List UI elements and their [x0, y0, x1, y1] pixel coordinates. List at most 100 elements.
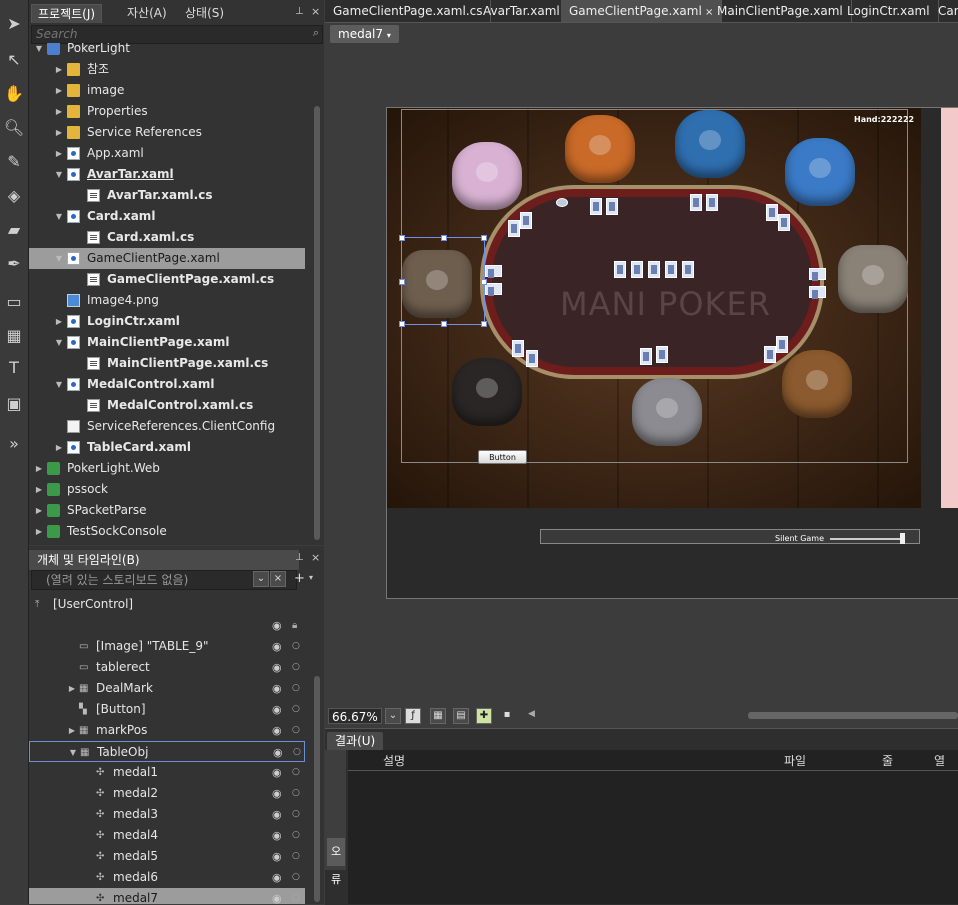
snap-to-grid-icon[interactable]: ▤: [453, 708, 469, 724]
project-tree-item[interactable]: MedalControl.xaml.cs: [29, 395, 305, 416]
tab-project[interactable]: 프로젝트(J): [31, 4, 103, 23]
expand-arrow-icon[interactable]: ▼: [54, 332, 64, 353]
project-tree-item[interactable]: ▼ MedalControl.xaml: [29, 374, 305, 395]
project-tree-item[interactable]: ▼ MainClientPage.xaml: [29, 332, 305, 353]
object-tree-item[interactable]: ✣ medal5 ◉ ○: [29, 846, 305, 867]
project-search-input[interactable]: [32, 26, 300, 42]
lock-toggle-icon[interactable]: ○: [292, 678, 300, 699]
project-tree-item[interactable]: ▶ 참조: [29, 59, 305, 80]
avatar-blue-hat-2[interactable]: [785, 138, 855, 206]
document-tab[interactable]: MainClientPage.xaml: [709, 0, 852, 22]
volume-slider-track[interactable]: [830, 538, 904, 540]
storyboard-dropdown-icon[interactable]: ⌄: [253, 571, 269, 587]
tab-state[interactable]: 상태(S): [179, 4, 230, 22]
pin-icon[interactable]: ⊥: [295, 6, 304, 17]
collapse-arrow-icon[interactable]: ▶: [67, 678, 77, 699]
visibility-eye-icon[interactable]: ◉: [272, 804, 286, 825]
column-header-description[interactable]: 설명: [383, 752, 405, 769]
visibility-eye-icon[interactable]: ◉: [272, 657, 286, 678]
expand-arrow-icon[interactable]: ▼: [54, 164, 64, 185]
avatar-pink-hat[interactable]: [452, 142, 522, 210]
document-tab[interactable]: LoginCtr.xaml: [839, 0, 939, 22]
object-tree-item[interactable]: ▶ ▦ markPos ◉ ○: [29, 720, 305, 741]
visibility-all-icon[interactable]: ◉: [272, 615, 286, 636]
visibility-eye-icon[interactable]: ◉: [272, 846, 286, 867]
collapse-arrow-icon[interactable]: ▶: [34, 458, 44, 479]
lock-toggle-icon[interactable]: ○: [292, 867, 300, 888]
lock-toggle-icon[interactable]: ○: [292, 825, 300, 846]
volume-slider-thumb[interactable]: [900, 533, 905, 544]
project-tree-item[interactable]: ▶ App.xaml: [29, 143, 305, 164]
collapse-arrow-icon[interactable]: ▶: [54, 101, 64, 122]
visibility-eye-icon[interactable]: ◉: [272, 720, 286, 741]
direct-select-tool-icon[interactable]: ↖: [2, 46, 26, 72]
rectangle-tool-icon[interactable]: ▭: [2, 288, 26, 314]
avatar-leather-hat[interactable]: [782, 350, 852, 418]
expand-arrow-icon[interactable]: ▼: [54, 248, 64, 269]
collapse-arrow-icon[interactable]: ▶: [67, 720, 77, 741]
text-tool-icon[interactable]: T: [2, 354, 26, 380]
objects-timeline-title[interactable]: 개체 및 타임라인(B): [29, 550, 299, 570]
add-storyboard-icon[interactable]: +: [294, 571, 305, 586]
collapse-arrow-icon[interactable]: ▶: [54, 122, 64, 143]
project-tree-item[interactable]: ▶ PokerLight.Web: [29, 458, 305, 479]
project-tree-item[interactable]: Image4.png: [29, 290, 305, 311]
lock-toggle-icon[interactable]: ○: [292, 783, 300, 804]
resize-handle[interactable]: [399, 279, 405, 285]
asset-expand-icon[interactable]: »: [2, 430, 26, 456]
close-storyboard-icon[interactable]: ×: [270, 571, 286, 587]
eyedropper-tool-icon[interactable]: ✎: [2, 148, 26, 174]
object-tree-item[interactable]: ✣ medal7 ◉ ○: [29, 888, 305, 904]
scroll-left-icon[interactable]: ◀: [528, 709, 535, 719]
annotations-icon[interactable]: ▪: [499, 708, 515, 724]
expand-arrow-icon[interactable]: ▼: [54, 374, 64, 395]
expand-arrow-icon[interactable]: ▼: [54, 206, 64, 227]
document-tab[interactable]: GameClientPage.xaml.cs: [325, 0, 492, 22]
collapse-arrow-icon[interactable]: ▶: [54, 437, 64, 458]
scope-up-icon[interactable]: ⤒: [35, 594, 39, 615]
document-tab[interactable]: Car: [930, 0, 958, 22]
project-tree-item[interactable]: ▼ GameClientPage.xaml: [29, 248, 305, 269]
project-tree-item[interactable]: ServiceReferences.ClientConfig: [29, 416, 305, 437]
project-tree-item[interactable]: ▶ Service References: [29, 122, 305, 143]
object-tree-item[interactable]: ✣ medal6 ◉ ○: [29, 867, 305, 888]
project-tree-item[interactable]: GameClientPage.xaml.cs: [29, 269, 305, 290]
resize-handle[interactable]: [481, 279, 487, 285]
lock-toggle-icon[interactable]: ○: [292, 762, 300, 783]
tab-results[interactable]: 결과(U): [327, 732, 384, 750]
collapse-arrow-icon[interactable]: ▶: [34, 521, 44, 542]
control-tool-icon[interactable]: ▣: [2, 390, 26, 416]
project-tree-item[interactable]: ▶ TestSockConsole: [29, 521, 305, 542]
project-tree-item[interactable]: MainClientPage.xaml.cs: [29, 353, 305, 374]
visibility-eye-icon[interactable]: ◉: [272, 678, 286, 699]
collapse-arrow-icon[interactable]: ▶: [54, 59, 64, 80]
resize-handle[interactable]: [399, 235, 405, 241]
expand-arrow-icon[interactable]: ▼: [68, 742, 78, 763]
visibility-eye-icon[interactable]: ◉: [272, 783, 286, 804]
column-header-column[interactable]: 열: [934, 752, 945, 769]
project-tree-item[interactable]: ▼ PokerLight: [29, 43, 305, 59]
resize-handle[interactable]: [441, 321, 447, 327]
zoom-dropdown-icon[interactable]: ⌄: [385, 708, 401, 724]
object-root[interactable]: ⤒ [UserControl]: [29, 594, 305, 615]
object-tree-item[interactable]: ✣ medal1 ◉ ○: [29, 762, 305, 783]
snap-to-snaplines-icon[interactable]: ✚: [476, 708, 492, 724]
object-tree-item[interactable]: ▶ ▦ DealMark ◉ ○: [29, 678, 305, 699]
collapse-arrow-icon[interactable]: ▶: [54, 143, 64, 164]
document-tab[interactable]: AvarTar.xaml: [475, 0, 569, 22]
visibility-eye-icon[interactable]: ◉: [272, 762, 286, 783]
brush-transform-tool-icon[interactable]: ▰: [2, 216, 26, 242]
project-tree-item[interactable]: ▶ Properties: [29, 101, 305, 122]
close-icon[interactable]: ×: [311, 5, 320, 18]
object-tree-item[interactable]: ▭ [Image] "TABLE_9" ◉ ○: [29, 636, 305, 657]
close-icon[interactable]: ×: [311, 551, 320, 564]
visibility-eye-icon[interactable]: ◉: [272, 867, 286, 888]
column-header-file[interactable]: 파일: [784, 752, 806, 769]
collapse-arrow-icon[interactable]: ▶: [34, 479, 44, 500]
avatar-black-hat[interactable]: [452, 358, 522, 426]
lock-toggle-icon[interactable]: ○: [292, 699, 300, 720]
object-tree-scrollbar[interactable]: [314, 676, 320, 902]
object-tree-item[interactable]: ▭ tablerect ◉ ○: [29, 657, 305, 678]
visibility-eye-icon[interactable]: ◉: [272, 825, 286, 846]
grid-layout-tool-icon[interactable]: ▦: [2, 322, 26, 348]
